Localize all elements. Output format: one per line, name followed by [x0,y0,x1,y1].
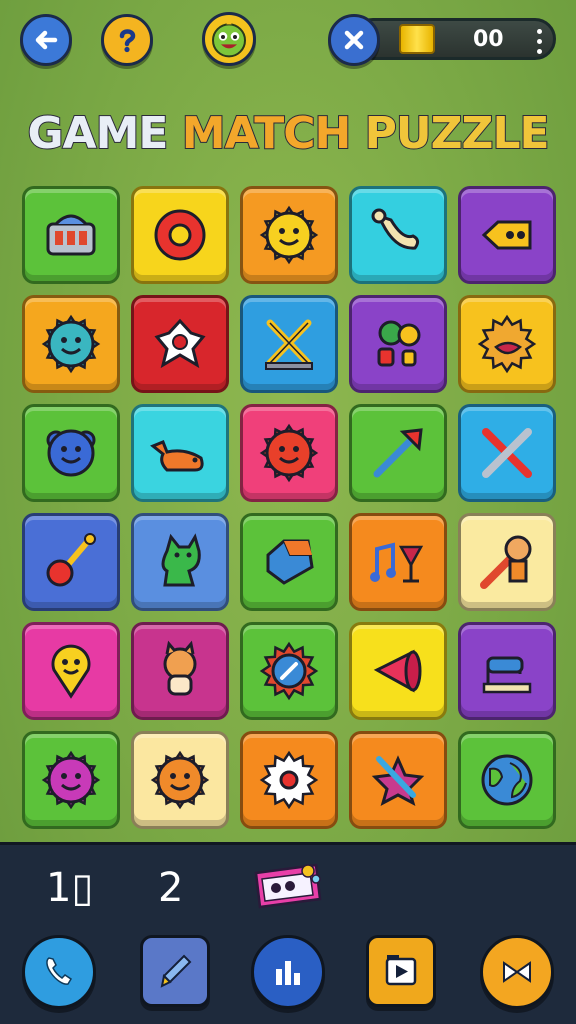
red-blob-icon [259,423,319,483]
guitar-icon [46,533,96,587]
bottom-panel: 1▯ 2 [0,842,576,1024]
page-title: GAME MATCH PUZZLE [0,107,576,160]
board-tile[interactable] [349,622,447,720]
bone-horn-icon [371,208,420,250]
board-tile[interactable] [22,295,120,393]
board-tile[interactable] [240,186,338,284]
title-word-match: MATCH [181,107,353,160]
close-x-icon [344,30,364,50]
board-tile[interactable] [131,295,229,393]
swap-arrows-icon [503,961,531,983]
swap-button[interactable] [480,935,554,1009]
avatar-button[interactable] [202,12,256,66]
shiba-dog-icon [163,640,197,696]
compass-gear-icon [259,641,319,701]
stat-level: 2 [158,865,184,911]
map-pin-face-icon [51,644,91,699]
board-tile[interactable] [22,513,120,611]
ticket-icon[interactable] [250,859,326,913]
paint-star-icon [371,755,425,806]
board-tile[interactable] [458,404,556,502]
board-tile[interactable] [22,404,120,502]
phone-icon [46,957,73,985]
board-tile[interactable] [240,622,338,720]
fish-toy-icon [481,220,532,250]
arrow-icon [373,428,423,478]
board-tile[interactable] [22,622,120,720]
board-tile[interactable] [240,731,338,829]
phone-button[interactable] [22,935,96,1009]
earth-globe-icon [481,754,533,806]
board-tile[interactable] [458,186,556,284]
smiling-sun-icon [259,205,319,265]
board-tile[interactable] [240,513,338,611]
gold-bar-icon [399,24,435,54]
video-button[interactable] [366,935,436,1007]
cookie-monster-icon [477,314,537,374]
top-bar: 00 [0,0,576,80]
white-gear-icon [259,750,319,810]
paint-brush-button[interactable] [140,935,210,1007]
board-tile[interactable] [349,731,447,829]
board-tile[interactable] [458,622,556,720]
green-cat-icon [161,533,201,587]
board-tile[interactable] [458,731,556,829]
board-tile[interactable] [240,295,338,393]
board-tile[interactable] [240,404,338,502]
close-button[interactable] [328,14,380,66]
arrow-left-icon [35,30,58,50]
purple-flower-icon [41,750,101,810]
fox-pencil-icon [480,535,532,589]
board-tile[interactable] [131,731,229,829]
bar-chart-icon [276,961,300,985]
red-ring-icon [154,209,206,261]
megaphone-icon [373,649,422,693]
paint-brush-icon [160,954,192,988]
video-icon [385,955,417,986]
board-tile[interactable] [349,404,447,502]
board-tile[interactable] [131,622,229,720]
coin-panel: 00 [352,18,556,60]
vertical-dots-icon[interactable] [537,27,543,54]
orange-dino-icon [150,440,204,472]
smiling-gear-icon [41,314,101,374]
sewing-machine-icon [482,656,532,694]
board-tile[interactable] [22,731,120,829]
stats-button[interactable] [251,935,325,1009]
orange-sun-face-icon [150,750,210,810]
board-tile[interactable] [458,513,556,611]
crossed-pencils-icon [482,428,532,478]
robot-machine-icon [46,214,96,256]
board-tile[interactable] [349,513,447,611]
crossed-tools-icon [265,319,313,370]
game-board [22,186,556,829]
music-drink-icon [370,542,424,583]
board-tile[interactable] [349,186,447,284]
board-tile[interactable] [131,186,229,284]
board-tile[interactable] [131,404,229,502]
help-button[interactable] [101,14,153,66]
board-tile[interactable] [131,513,229,611]
blue-gem-icon [266,539,314,585]
board-tile[interactable] [349,295,447,393]
board-tile[interactable] [458,295,556,393]
title-word-game: GAME [26,107,169,160]
title-word-puzzle: PUZZLE [364,107,551,160]
white-star-icon [154,318,206,369]
balloons-icon [377,320,421,367]
stat-moves: 1▯ [46,865,94,911]
board-tile[interactable] [22,186,120,284]
back-button[interactable] [20,14,72,66]
green-monster-avatar-icon [212,20,246,58]
blue-bear-icon [46,429,96,477]
question-icon [119,29,136,53]
coin-count: 00 [473,27,504,52]
